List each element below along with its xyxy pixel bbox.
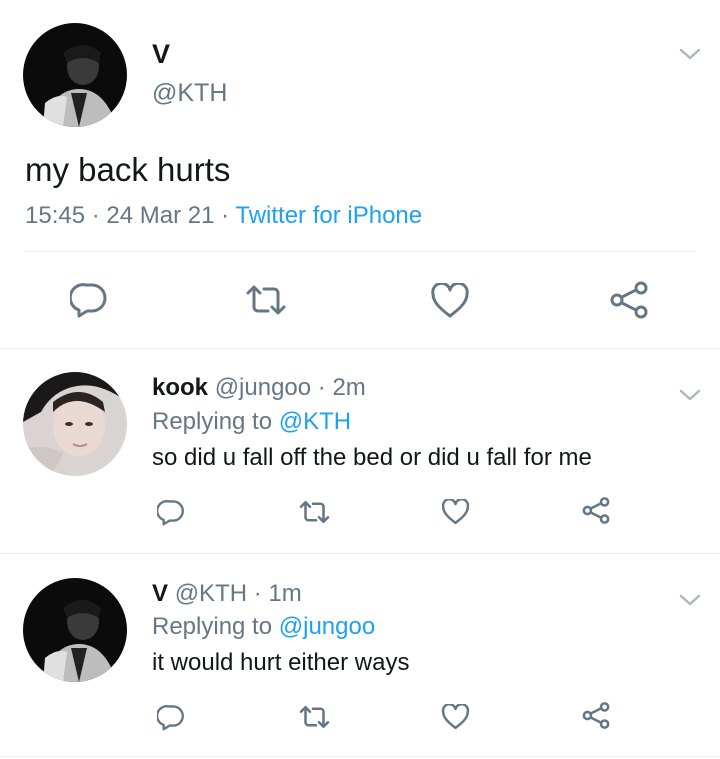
replying-prefix: Replying to	[152, 408, 279, 435]
avatar[interactable]	[23, 372, 127, 476]
meta-separator: ·	[85, 202, 107, 229]
share-icon[interactable]	[608, 280, 650, 320]
tweet-source-link[interactable]: Twitter for iPhone	[235, 202, 422, 229]
reply-icon[interactable]	[157, 704, 185, 731]
tweet-time: · 1m	[253, 580, 302, 607]
reply-icon[interactable]	[70, 282, 108, 318]
reply-icon[interactable]	[157, 499, 185, 526]
mention-link[interactable]: @KTH	[279, 408, 351, 435]
tweet-time: 15:45	[25, 202, 86, 229]
avatar[interactable]	[23, 23, 127, 127]
author-name[interactable]: V	[152, 580, 168, 607]
author-handle[interactable]: @jungoo	[215, 374, 311, 401]
divider	[0, 756, 720, 757]
mention-link[interactable]: @jungoo	[279, 613, 375, 640]
tweet-text: it would hurt either ways	[152, 649, 410, 676]
author-handle[interactable]: @KTH	[175, 580, 247, 607]
reply-header: kook @jungoo · 2m	[152, 373, 366, 403]
replying-to: Replying to @jungoo	[152, 612, 375, 642]
divider	[0, 348, 720, 349]
tweet-text: my back hurts	[25, 151, 231, 188]
retweet-icon[interactable]	[298, 705, 331, 729]
author-handle[interactable]: @KTH	[152, 78, 227, 108]
tweet-text: so did u fall off the bed or did u fall …	[152, 444, 592, 471]
tweet-time: · 2m	[317, 374, 366, 401]
chevron-down-icon[interactable]	[678, 592, 702, 608]
meta-separator: ·	[214, 202, 236, 229]
share-icon[interactable]	[581, 701, 611, 730]
like-icon[interactable]	[441, 704, 470, 730]
share-icon[interactable]	[581, 496, 611, 525]
replying-to: Replying to @KTH	[152, 407, 351, 437]
like-icon[interactable]	[430, 283, 470, 319]
divider	[0, 553, 720, 554]
author-name[interactable]: kook	[152, 374, 208, 401]
retweet-icon[interactable]	[244, 284, 288, 316]
avatar[interactable]	[23, 578, 127, 682]
tweet-meta: 15:45 · 24 Mar 21 · Twitter for iPhone	[25, 201, 422, 231]
replying-prefix: Replying to	[152, 613, 279, 640]
chevron-down-icon[interactable]	[678, 387, 702, 403]
like-icon[interactable]	[441, 499, 470, 525]
retweet-icon[interactable]	[298, 500, 331, 524]
chevron-down-icon[interactable]	[678, 46, 702, 62]
author-name[interactable]: V	[152, 38, 170, 70]
reply-header: V @KTH · 1m	[152, 579, 302, 609]
divider	[25, 251, 695, 252]
tweet-date: 24 Mar 21	[106, 202, 215, 229]
